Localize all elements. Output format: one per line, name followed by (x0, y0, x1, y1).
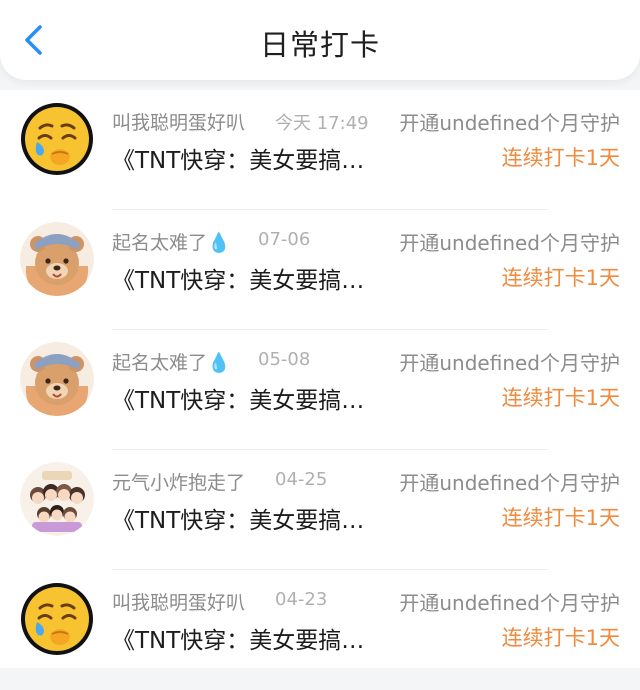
user-name: 起名太难了💧 (112, 352, 231, 374)
guard-text: 开通undefined个月守护 (399, 351, 620, 375)
streak-badge: 连续打卡1天 (501, 506, 620, 530)
checkin-time: 05-08 (258, 349, 311, 370)
user-name: 起名太难了💧 (112, 232, 231, 254)
list-item[interactable]: 起名太难了💧 05-08 开通undefined个月守护 《TNT快穿：美女要搞… (0, 330, 640, 450)
book-title[interactable]: 《TNT快穿：美女要搞… (112, 621, 364, 655)
list-item[interactable]: 叫我聪明蛋好叭 04-23 开通undefined个月守护 《TNT快穿：美女要… (0, 570, 640, 690)
list-item[interactable]: 元气小炸抱走了 04-25 开通undefined个月守护 《TNT快穿：美女要… (0, 450, 640, 570)
guard-text: 开通undefined个月守护 (399, 471, 620, 495)
bear-avatar-icon (20, 222, 94, 296)
avatar[interactable] (20, 222, 94, 296)
checkin-time: 今天 17:49 (275, 113, 369, 134)
bear-avatar-icon (20, 342, 94, 416)
guard-text: 开通undefined个月守护 (399, 591, 620, 615)
streak-badge: 连续打卡1天 (501, 386, 620, 410)
book-title[interactable]: 《TNT快穿：美女要搞… (112, 141, 364, 175)
streak-badge: 连续打卡1天 (501, 146, 620, 170)
list-item[interactable]: 叫我聪明蛋好叭 今天 17:49 开通undefined个月守护 《TNT快穿：… (0, 90, 640, 210)
book-title[interactable]: 《TNT快穿：美女要搞… (112, 501, 364, 535)
checkin-time: 07-06 (258, 229, 311, 250)
checkin-list: 叫我聪明蛋好叭 今天 17:49 开通undefined个月守护 《TNT快穿：… (0, 90, 640, 668)
group-cartoon-avatar-icon (20, 462, 94, 536)
guard-text: 开通undefined个月守护 (399, 231, 620, 255)
book-title[interactable]: 《TNT快穿：美女要搞… (112, 261, 364, 295)
page-title: 日常打卡 (259, 28, 380, 62)
crying-face-emoji-icon (21, 103, 93, 175)
avatar[interactable] (20, 342, 94, 416)
user-name: 叫我聪明蛋好叭 (112, 592, 246, 614)
crying-face-emoji-icon (21, 583, 93, 655)
avatar[interactable] (20, 582, 94, 656)
streak-badge: 连续打卡1天 (501, 266, 620, 290)
avatar[interactable] (20, 462, 94, 536)
top-bar: 日常打卡 (0, 0, 640, 80)
checkin-time: 04-23 (275, 589, 328, 610)
guard-text: 开通undefined个月守护 (399, 111, 620, 135)
streak-badge: 连续打卡1天 (501, 626, 620, 650)
book-title[interactable]: 《TNT快穿：美女要搞… (112, 381, 364, 415)
checkin-time: 04-25 (275, 469, 328, 490)
list-item[interactable]: 起名太难了💧 07-06 开通undefined个月守护 《TNT快穿：美女要搞… (0, 210, 640, 330)
user-name: 叫我聪明蛋好叭 (112, 112, 246, 134)
avatar[interactable] (20, 102, 94, 176)
user-name: 元气小炸抱走了 (112, 472, 246, 494)
